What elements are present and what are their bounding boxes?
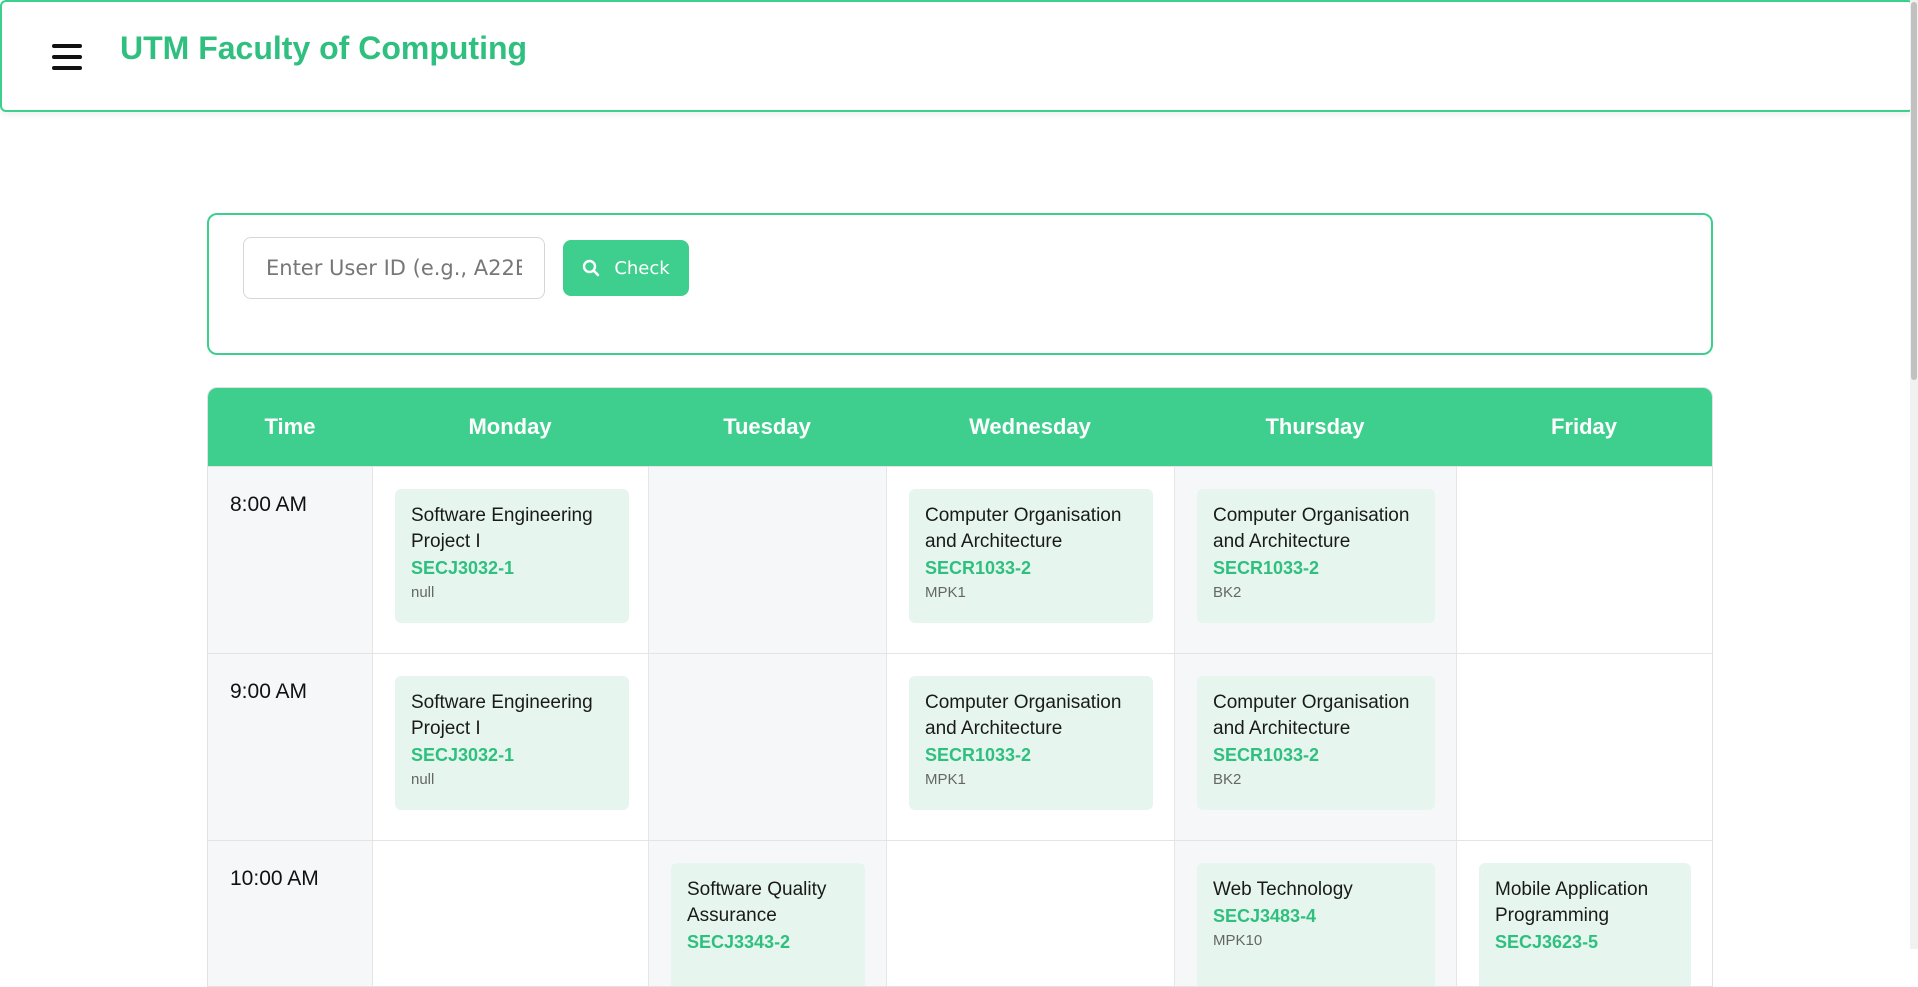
slot-tuesday (648, 467, 886, 653)
course-room: null (411, 584, 435, 601)
slot-tuesday: Software Quality Assurance SECJ3343-2 (648, 841, 886, 986)
app-title: UTM Faculty of Computing (120, 30, 528, 66)
slot-thursday: Computer Organisation and Architecture S… (1174, 654, 1456, 840)
course-room: null (411, 771, 435, 788)
timetable-row: 8:00 AM Software Engineering Project I S… (208, 466, 1712, 653)
check-button[interactable]: Check (563, 240, 689, 296)
user-id-input[interactable] (243, 237, 545, 299)
course-code: SECJ3032-1 (411, 745, 515, 765)
col-header-monday: Monday (468, 414, 552, 439)
slot-wednesday (886, 841, 1174, 986)
time-label: 8:00 AM (208, 467, 372, 653)
slot-friday (1456, 654, 1712, 840)
course-card[interactable]: Web Technology SECJ3483-4 MPK10 (1197, 863, 1435, 986)
page-scrollbar[interactable] (1910, 0, 1918, 949)
slot-monday: Software Engineering Project I SECJ3032-… (372, 467, 648, 653)
course-code: SECR1033-2 (1213, 745, 1320, 765)
course-card[interactable]: Computer Organisation and Architecture S… (1197, 489, 1435, 623)
course-code: SECJ3032-1 (411, 558, 515, 578)
course-code: SECJ3623-5 (1495, 932, 1599, 952)
slot-friday (1456, 467, 1712, 653)
slot-friday: Mobile Application Programming SECJ3623-… (1456, 841, 1712, 986)
slot-wednesday: Computer Organisation and Architecture S… (886, 467, 1174, 653)
slot-monday: Software Engineering Project I SECJ3032-… (372, 654, 648, 840)
course-code: SECR1033-2 (1213, 558, 1320, 578)
course-code: SECJ3483-4 (1213, 906, 1317, 926)
top-header: UTM Faculty of Computing (0, 0, 1914, 112)
course-name: Mobile Application Programming (1495, 879, 1649, 926)
col-header-tuesday: Tuesday (723, 414, 811, 439)
course-card[interactable]: Computer Organisation and Architecture S… (1197, 676, 1435, 810)
col-header-friday: Friday (1550, 414, 1618, 439)
hamburger-menu-icon[interactable] (50, 42, 84, 72)
course-card[interactable]: Software Engineering Project I SECJ3032-… (395, 676, 629, 810)
course-room: BK2 (1213, 584, 1242, 601)
slot-thursday: Computer Organisation and Architecture S… (1174, 467, 1456, 653)
col-header-time: Time (264, 414, 316, 439)
time-label: 9:00 AM (208, 654, 372, 840)
slot-wednesday: Computer Organisation and Architecture S… (886, 654, 1174, 840)
course-room: MPK10 (1213, 932, 1263, 949)
course-room: MPK1 (925, 584, 966, 601)
timetable-header-row: Time Monday Tuesday Wednesday Thursday F… (208, 388, 1712, 466)
course-name: Software Quality Assurance (687, 879, 827, 926)
check-button-label: Check (614, 257, 670, 279)
course-name: Computer Organisation and Architecture (925, 505, 1122, 552)
timetable-row: 10:00 AM Software Quality Assurance SECJ… (208, 840, 1712, 986)
col-header-wednesday: Wednesday (969, 414, 1091, 439)
course-card[interactable]: Software Engineering Project I SECJ3032-… (395, 489, 629, 623)
timetable: Time Monday Tuesday Wednesday Thursday F… (207, 387, 1713, 987)
course-name: Software Engineering Project I (411, 692, 593, 739)
search-icon (583, 259, 600, 277)
course-code: SECR1033-2 (925, 558, 1032, 578)
slot-tuesday (648, 654, 886, 840)
scrollbar-thumb[interactable] (1911, 2, 1917, 380)
course-name: Computer Organisation and Architecture (1213, 505, 1410, 552)
time-label: 10:00 AM (208, 841, 372, 986)
course-card[interactable]: Software Quality Assurance SECJ3343-2 (671, 863, 865, 986)
course-room: BK2 (1213, 771, 1242, 788)
course-name: Software Engineering Project I (411, 505, 593, 552)
slot-thursday: Web Technology SECJ3483-4 MPK10 (1174, 841, 1456, 986)
course-code: SECJ3343-2 (687, 932, 791, 952)
timetable-row: 9:00 AM Software Engineering Project I S… (208, 653, 1712, 840)
slot-monday (372, 841, 648, 986)
course-card[interactable]: Computer Organisation and Architecture S… (909, 489, 1153, 623)
col-header-thursday: Thursday (1265, 414, 1365, 439)
course-name: Computer Organisation and Architecture (1213, 692, 1410, 739)
course-name: Web Technology (1213, 879, 1353, 900)
user-search-card: Check (207, 213, 1713, 355)
course-room: MPK1 (925, 771, 966, 788)
course-code: SECR1033-2 (925, 745, 1032, 765)
course-card[interactable]: Mobile Application Programming SECJ3623-… (1479, 863, 1691, 986)
course-card[interactable]: Computer Organisation and Architecture S… (909, 676, 1153, 810)
course-name: Computer Organisation and Architecture (925, 692, 1122, 739)
